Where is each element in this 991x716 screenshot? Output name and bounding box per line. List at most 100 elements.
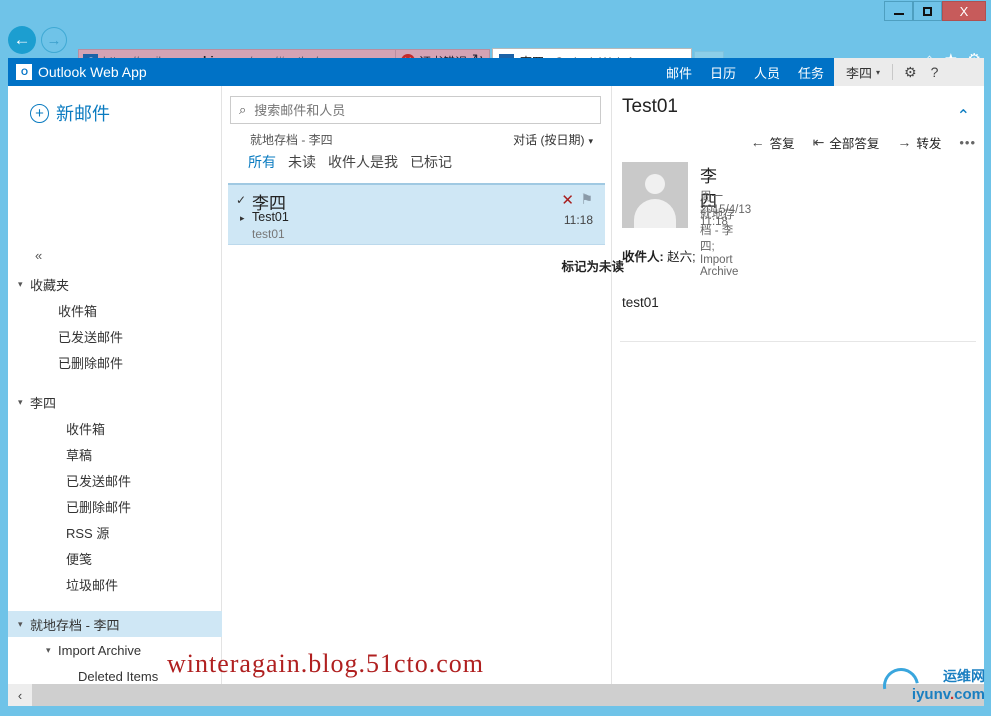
- folder-group: ▾ 李四 收件箱 草稿 已发送邮件 已删除邮件 RSS 源便笺 垃圾邮件: [8, 389, 222, 597]
- new-mail-label: 新邮件: [56, 104, 110, 124]
- twisty-icon[interactable]: ▾: [18, 279, 30, 290]
- window-titlebar: X: [0, 0, 991, 22]
- folder-name: 便笺: [66, 551, 93, 567]
- twisty-icon[interactable]: ▾: [18, 397, 30, 408]
- filter-all[interactable]: 所有: [248, 152, 276, 172]
- user-menu-button[interactable]: 李四: [846, 63, 872, 82]
- folder-item[interactable]: 收件箱: [8, 415, 222, 441]
- folder-item[interactable]: 收件箱: [8, 297, 222, 323]
- message-list-item[interactable]: ✓ 李四 ▸ Test01 test01 ✕ ⚑ 11:18: [228, 183, 605, 245]
- folder-item[interactable]: 已删除邮件: [8, 493, 222, 519]
- folder-item[interactable]: ▾ Import Archive: [8, 637, 222, 663]
- reply-all-button[interactable]: ⇤ 全部答复: [813, 133, 880, 152]
- owa-logo: O Outlook Web App: [16, 64, 147, 80]
- list-context-label: 就地存档 - 李四: [250, 133, 333, 147]
- collapse-sidebar-icon[interactable]: «: [35, 248, 42, 263]
- forward-label: 转发: [916, 136, 942, 151]
- folder-name: 已删除邮件: [66, 499, 132, 515]
- more-actions-icon[interactable]: •••: [959, 135, 976, 150]
- search-box[interactable]: ⌕: [230, 96, 601, 124]
- folder-item[interactable]: 草稿: [8, 441, 222, 467]
- avatar: [622, 162, 688, 228]
- folder-group: ▾ 收藏夹收件箱已发送邮件已删除邮件: [8, 271, 222, 375]
- arrow-left-icon: ←: [750, 134, 765, 150]
- chevron-up-icon[interactable]: ⌃: [957, 106, 970, 126]
- folder-name: 就地存档 - 李四: [30, 617, 120, 633]
- forward-button[interactable]: → 转发: [897, 133, 941, 152]
- window-maximize-button[interactable]: [913, 1, 942, 21]
- search-input[interactable]: [254, 102, 575, 118]
- reading-pane: Test01 ⌃ ← 答复 ⇤ 全部答复 → 转发 ••• 李四 周一 2015…: [561, 86, 984, 684]
- twisty-icon[interactable]: ▾: [18, 619, 30, 630]
- message-subject: Test01: [252, 210, 289, 224]
- filter-flagged[interactable]: 已标记: [410, 152, 452, 172]
- list-sort-dropdown[interactable]: 对话 (按日期) ▾: [513, 131, 593, 148]
- divider: [620, 341, 976, 342]
- mark-as-unread-button[interactable]: 标记为未读: [561, 256, 624, 275]
- folder-item[interactable]: Deleted Items: [8, 663, 222, 684]
- folder-item[interactable]: ▾ 李四: [8, 389, 222, 415]
- twisty-icon[interactable]: ▾: [46, 645, 58, 656]
- recipients-value: 赵六;: [667, 250, 696, 264]
- folder-item[interactable]: 便笺: [8, 545, 222, 571]
- folder-item[interactable]: ▾ 收藏夹: [8, 271, 222, 297]
- folder-item[interactable]: 已发送邮件: [8, 467, 222, 493]
- folder-item[interactable]: 已发送邮件: [8, 323, 222, 349]
- folder-name: 收件箱: [58, 303, 98, 319]
- search-icon: ⌕: [239, 102, 247, 117]
- new-mail-button[interactable]: + 新邮件: [30, 100, 110, 126]
- delete-icon[interactable]: ✕: [561, 191, 574, 209]
- folder-name: 已发送邮件: [58, 329, 124, 345]
- folder-item[interactable]: ▾ 就地存档 - 李四: [8, 611, 222, 637]
- scrollbar-track[interactable]: [32, 684, 984, 706]
- chevron-down-icon[interactable]: ▾: [876, 68, 880, 77]
- message-list-pane: ⌕ 就地存档 - 李四 对话 (按日期)▾ 所有 未读 收件人是我 已标记 ✓ …: [222, 86, 612, 684]
- gear-icon[interactable]: ⚙: [904, 64, 917, 81]
- nav-item-tasks[interactable]: 任务: [796, 59, 826, 86]
- folder-item[interactable]: 已删除邮件: [8, 349, 222, 375]
- message-recipients: 收件人: 赵六;: [622, 246, 696, 265]
- horizontal-scrollbar[interactable]: ‹: [8, 684, 984, 706]
- page-content: O Outlook Web App 邮件 日历 人员 任务 李四 ▾ ⚙ ? +…: [8, 58, 984, 684]
- expand-conversation-icon[interactable]: ▸: [240, 213, 245, 224]
- window-close-button[interactable]: X: [942, 1, 986, 21]
- folder-name: 李四: [30, 395, 57, 411]
- filter-unread[interactable]: 未读: [288, 152, 316, 172]
- site-logo-cn: 运维网: [943, 669, 985, 685]
- folder-item[interactable]: 垃圾邮件: [8, 571, 222, 597]
- folder-name: 收件箱: [66, 421, 106, 437]
- back-button[interactable]: ←: [8, 26, 36, 54]
- scroll-left-button[interactable]: ‹: [8, 684, 32, 706]
- owa-logo-text: Outlook Web App: [38, 64, 147, 80]
- folder-name: Import Archive: [58, 642, 142, 658]
- reading-pane-actions: ← 答复 ⇤ 全部答复 → 转发 •••: [612, 130, 984, 154]
- owa-header: O Outlook Web App 邮件 日历 人员 任务 李四 ▾ ⚙ ?: [8, 58, 984, 91]
- folder-item[interactable]: RSS 源: [8, 519, 222, 545]
- nav-item-mail[interactable]: 邮件: [664, 59, 694, 91]
- flag-icon[interactable]: ⚑: [580, 191, 593, 208]
- folder-name: 收藏夹: [30, 277, 70, 293]
- divider: [892, 64, 894, 80]
- folder-name: RSS 源: [66, 525, 110, 541]
- folder-name: 已发送邮件: [66, 473, 132, 489]
- folder-tree: ▾ 收藏夹 收件箱 已发送邮件 已删除邮件 ▾ 李四 收件箱 草稿 已发送邮件 已删除邮件 RSS 源…: [8, 271, 222, 684]
- nav-item-calendar[interactable]: 日历: [708, 59, 738, 86]
- browser-window: X ← → O https://mail.corp.robin.com/owa/…: [0, 0, 991, 716]
- chevron-down-icon: ▾: [588, 136, 593, 146]
- folder-name: Deleted Items: [78, 668, 159, 684]
- list-filter-tabs: 所有 未读 收件人是我 已标记: [248, 152, 452, 172]
- nav-item-people[interactable]: 人员: [752, 59, 782, 86]
- reply-label: 答复: [769, 136, 795, 151]
- double-arrow-left-icon: ⇤: [812, 133, 825, 150]
- avatar-body: [634, 199, 676, 228]
- reply-all-label: 全部答复: [829, 136, 880, 151]
- folder-sidebar: + 新邮件 « ▾ 收藏夹 收件箱 已发送邮件 已删除邮件 ▾ 李四 收件箱 草稿 已发送邮件 已删…: [8, 86, 222, 684]
- reply-button[interactable]: ← 答复: [751, 133, 795, 152]
- window-minimize-button[interactable]: [884, 1, 913, 21]
- outlook-logo-icon: O: [16, 64, 32, 80]
- message-body: test01: [622, 295, 659, 310]
- forward-button[interactable]: →: [41, 27, 67, 53]
- help-icon[interactable]: ?: [931, 64, 939, 80]
- check-icon[interactable]: ✓: [236, 193, 246, 207]
- filter-to-me[interactable]: 收件人是我: [328, 152, 398, 172]
